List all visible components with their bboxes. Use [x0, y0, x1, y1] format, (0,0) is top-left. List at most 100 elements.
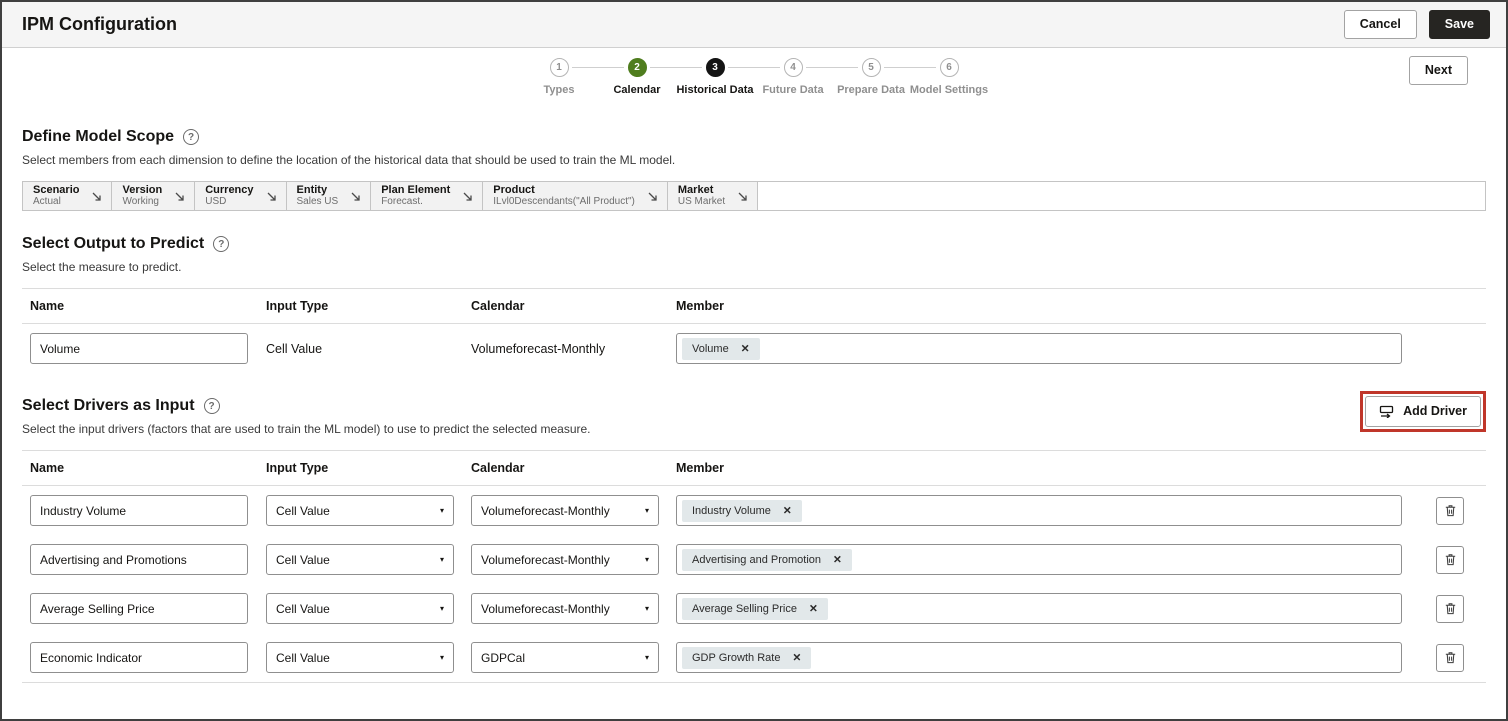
column-header-calendar: Calendar: [471, 461, 525, 475]
member-selector-icon: [648, 192, 657, 201]
driver-member-field[interactable]: GDP Growth Rate ✕: [676, 642, 1402, 673]
next-button[interactable]: Next: [1408, 56, 1468, 85]
member-selector-icon: [93, 192, 102, 201]
dimension-selector-entity[interactable]: Entity Sales US: [286, 182, 372, 210]
driver-name-input[interactable]: [30, 642, 248, 673]
delete-driver-button[interactable]: [1436, 643, 1464, 672]
save-button[interactable]: Save: [1428, 10, 1490, 39]
column-header-input-type: Input Type: [266, 299, 329, 313]
step-6-label: Model Settings: [909, 84, 989, 96]
output-table-header: Name Input Type Calendar Member: [22, 288, 1486, 324]
member-selector-icon: [175, 192, 184, 201]
output-calendar-value: Volumeforecast-Monthly: [471, 341, 606, 356]
step-calendar[interactable]: 2 Calendar: [572, 58, 676, 96]
dimension-selector-market[interactable]: Market US Market: [667, 182, 759, 210]
step-3-label: Historical Data: [676, 84, 754, 96]
dimension-selector-scenario[interactable]: Scenario Actual: [23, 182, 113, 210]
driver-calendar-select[interactable]: Volumeforecast-Monthly ▾: [471, 593, 659, 624]
driver-calendar-select[interactable]: Volumeforecast-Monthly ▾: [471, 544, 659, 575]
step-6-circle: 6: [939, 58, 959, 77]
member-chip[interactable]: Average Selling Price ✕: [682, 597, 828, 620]
dimension-selector-version[interactable]: Version Working: [112, 182, 196, 210]
chevron-down-icon: ▾: [644, 652, 649, 662]
drivers-description: Select the input drivers (factors that a…: [22, 422, 591, 436]
column-header-name: Name: [30, 299, 65, 313]
drivers-header-text: Select Drivers as Input ? Select the inp…: [22, 373, 591, 436]
trash-icon: [1445, 554, 1455, 566]
chevron-down-icon: ▾: [439, 603, 444, 613]
trash-icon: [1445, 652, 1455, 664]
delete-driver-button[interactable]: [1436, 496, 1464, 525]
wizard-stepper: 1 Types 2 Calendar 3 Historical Data 4 F…: [2, 58, 1506, 96]
add-driver-button[interactable]: Add Driver: [1365, 396, 1481, 427]
driver-input-type-select[interactable]: Cell Value ▾: [266, 544, 454, 575]
cancel-button[interactable]: Cancel: [1343, 10, 1417, 39]
remove-member-icon[interactable]: ✕: [833, 554, 842, 566]
output-section-title-row: Select Output to Predict ?: [22, 235, 1486, 253]
help-icon[interactable]: ?: [213, 236, 230, 252]
column-header-input-type: Input Type: [266, 461, 329, 475]
step-historical-data[interactable]: 3 Historical Data: [650, 58, 754, 96]
step-types[interactable]: 1 Types: [520, 58, 598, 96]
member-chip-label: Volume: [692, 342, 729, 355]
member-chip-label: Industry Volume: [692, 504, 771, 517]
help-icon[interactable]: ?: [203, 398, 220, 414]
chevron-down-icon: ▾: [439, 652, 444, 662]
driver-input-type-select[interactable]: Cell Value ▾: [266, 642, 454, 673]
delete-driver-button[interactable]: [1436, 545, 1464, 574]
driver-member-field[interactable]: Average Selling Price ✕: [676, 593, 1402, 624]
drivers-section-title-row: Select Drivers as Input ?: [22, 397, 591, 415]
dimension-selector-currency[interactable]: Currency USD: [195, 182, 287, 210]
output-name-input[interactable]: [30, 333, 248, 364]
dimension-selector-product[interactable]: Product ILvl0Descendants("All Product"): [483, 182, 668, 210]
drivers-section-title: Select Drivers as Input: [22, 397, 195, 414]
column-header-name: Name: [30, 461, 65, 475]
output-input-type-value: Cell Value: [266, 341, 323, 356]
driver-row: Cell Value ▾ Volumeforecast-Monthly ▾ Ad…: [22, 535, 1486, 584]
driver-row: Cell Value ▾ Volumeforecast-Monthly ▾ In…: [22, 486, 1486, 535]
step-future-data[interactable]: 4 Future Data: [728, 58, 832, 96]
member-chip[interactable]: Industry Volume ✕: [682, 499, 802, 522]
output-table: Name Input Type Calendar Member Cell Val…: [22, 288, 1486, 373]
trash-icon: [1445, 603, 1455, 615]
wizard-row: 1 Types 2 Calendar 3 Historical Data 4 F…: [2, 48, 1506, 104]
member-chip[interactable]: Volume ✕: [682, 337, 760, 360]
driver-name-input[interactable]: [30, 544, 248, 575]
driver-input-type-select[interactable]: Cell Value ▾: [266, 495, 454, 526]
remove-member-icon[interactable]: ✕: [783, 505, 792, 517]
member-chip[interactable]: GDP Growth Rate ✕: [682, 646, 812, 669]
driver-member-field[interactable]: Industry Volume ✕: [676, 495, 1402, 526]
add-row-icon: [1379, 405, 1394, 418]
step-1-circle: 1: [549, 58, 569, 77]
remove-member-icon[interactable]: ✕: [792, 652, 801, 664]
drivers-table-header: Name Input Type Calendar Member: [22, 450, 1486, 486]
member-chip[interactable]: Advertising and Promotion ✕: [682, 548, 852, 571]
member-selector-icon: [267, 192, 276, 201]
chevron-down-icon: ▾: [644, 603, 649, 613]
delete-driver-button[interactable]: [1436, 594, 1464, 623]
driver-row: Cell Value ▾ GDPCal ▾ GDP Growth Rate ✕: [22, 633, 1486, 682]
member-chip-label: Advertising and Promotion: [692, 553, 822, 566]
add-driver-highlight-box: Add Driver: [1360, 391, 1486, 432]
driver-member-field[interactable]: Advertising and Promotion ✕: [676, 544, 1402, 575]
chevron-down-icon: ▾: [644, 505, 649, 515]
column-header-member: Member: [676, 461, 724, 475]
chevron-down-icon: ▾: [439, 554, 444, 564]
topbar-actions: Cancel Save: [1343, 10, 1490, 39]
step-2-label: Calendar: [613, 84, 661, 96]
step-model-settings[interactable]: 6 Model Settings: [884, 58, 989, 96]
step-5-label: Prepare Data: [837, 84, 905, 96]
column-header-member: Member: [676, 299, 724, 313]
output-member-field[interactable]: Volume ✕: [676, 333, 1402, 364]
remove-member-icon[interactable]: ✕: [741, 343, 750, 355]
remove-member-icon[interactable]: ✕: [809, 603, 818, 615]
driver-name-input[interactable]: [30, 593, 248, 624]
step-prepare-data[interactable]: 5 Prepare Data: [806, 58, 910, 96]
driver-calendar-select[interactable]: Volumeforecast-Monthly ▾: [471, 495, 659, 526]
help-icon[interactable]: ?: [183, 129, 200, 145]
driver-row: Cell Value ▾ Volumeforecast-Monthly ▾ Av…: [22, 584, 1486, 633]
dimension-selector-plan-element[interactable]: Plan Element Forecast.: [371, 182, 484, 210]
driver-input-type-select[interactable]: Cell Value ▾: [266, 593, 454, 624]
driver-calendar-select[interactable]: GDPCal ▾: [471, 642, 659, 673]
driver-name-input[interactable]: [30, 495, 248, 526]
